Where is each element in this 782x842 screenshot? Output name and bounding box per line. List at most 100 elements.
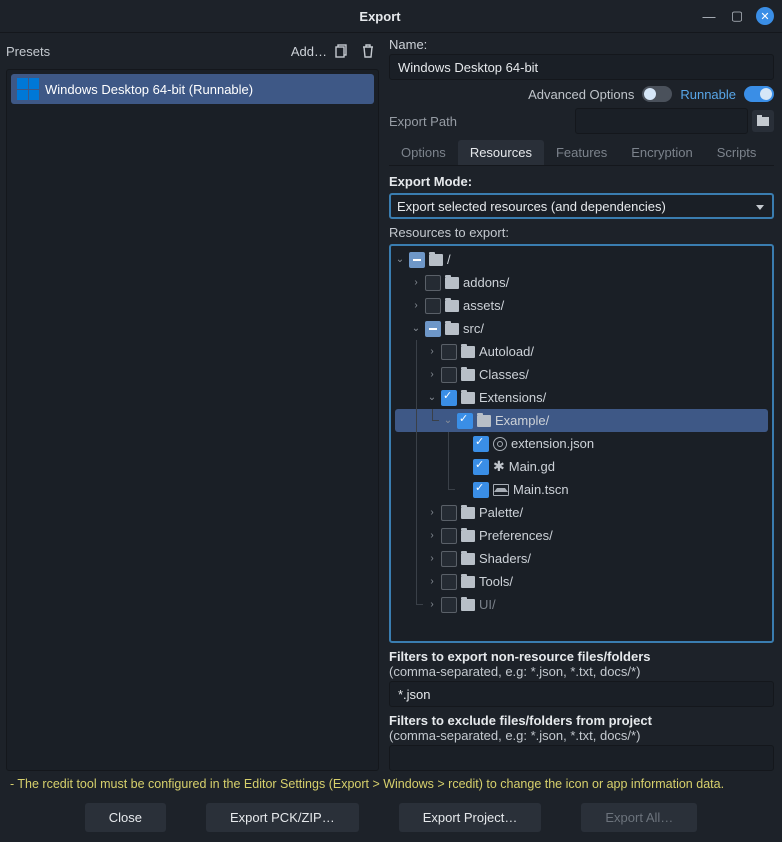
export-pck-button[interactable]: Export PCK/ZIP… <box>206 803 359 832</box>
folder-icon <box>461 392 475 404</box>
add-preset-button[interactable]: Add… <box>291 44 327 59</box>
runnable-toggle[interactable] <box>744 86 774 102</box>
tree-item[interactable]: ·Main.tscn <box>391 478 772 501</box>
checkbox[interactable] <box>441 528 457 544</box>
warning-message: - The rcedit tool must be configured in … <box>0 771 782 797</box>
advanced-options-label: Advanced Options <box>528 87 634 102</box>
folder-icon <box>477 415 491 427</box>
preset-item-windows[interactable]: Windows Desktop 64-bit (Runnable) <box>11 74 374 104</box>
folder-icon <box>461 599 475 611</box>
folder-icon <box>445 323 459 335</box>
folder-icon <box>445 277 459 289</box>
title-bar: Export — ▢ ✕ <box>0 0 782 33</box>
checkbox[interactable] <box>457 413 473 429</box>
checkbox[interactable] <box>409 252 425 268</box>
minimize-icon[interactable]: — <box>700 7 718 25</box>
delete-icon[interactable] <box>357 40 379 62</box>
folder-icon <box>461 576 475 588</box>
chevron-right-icon[interactable]: › <box>427 346 437 357</box>
folder-icon <box>461 346 475 358</box>
tab-features[interactable]: Features <box>544 140 619 165</box>
advanced-options-toggle[interactable] <box>642 86 672 102</box>
name-input[interactable]: Windows Desktop 64-bit <box>389 54 774 80</box>
tree-root[interactable]: ⌄/ <box>391 248 772 271</box>
checkbox[interactable] <box>473 436 489 452</box>
json-icon <box>493 437 507 451</box>
resource-tree: ⌄/ ›addons/ ›assets/ ⌄src/ ›Autoload/ ›C… <box>389 244 774 643</box>
checkbox[interactable] <box>441 367 457 383</box>
tabs: Options Resources Features Encryption Sc… <box>389 140 774 166</box>
presets-label: Presets <box>6 44 291 59</box>
tree-item[interactable]: ›Autoload/ <box>391 340 772 363</box>
chevron-right-icon[interactable]: › <box>427 530 437 541</box>
filter-export-input[interactable]: *.json <box>389 681 774 707</box>
tree-item[interactable]: ·✱Main.gd <box>391 455 772 478</box>
checkbox[interactable] <box>425 275 441 291</box>
filter-export-label: Filters to export non-resource files/fol… <box>389 649 774 664</box>
tab-encryption[interactable]: Encryption <box>619 140 704 165</box>
filter-export-hint: (comma-separated, e.g: *.json, *.txt, do… <box>389 664 774 679</box>
tree-item[interactable]: ›UI/ <box>391 593 772 616</box>
folder-icon <box>461 369 475 381</box>
checkbox[interactable] <box>473 482 489 498</box>
close-button[interactable]: Close <box>85 803 166 832</box>
tree-item[interactable]: ›Classes/ <box>391 363 772 386</box>
folder-icon <box>461 507 475 519</box>
tab-options[interactable]: Options <box>389 140 458 165</box>
tree-item[interactable]: ›Preferences/ <box>391 524 772 547</box>
tree-item[interactable]: ›assets/ <box>391 294 772 317</box>
filter-exclude-label: Filters to exclude files/folders from pr… <box>389 713 774 728</box>
chevron-right-icon[interactable]: › <box>427 576 437 587</box>
close-icon[interactable]: ✕ <box>756 7 774 25</box>
chevron-right-icon[interactable]: › <box>427 599 437 610</box>
chevron-right-icon[interactable]: › <box>411 277 421 288</box>
chevron-right-icon[interactable]: › <box>427 369 437 380</box>
export-project-button[interactable]: Export Project… <box>399 803 542 832</box>
maximize-icon[interactable]: ▢ <box>728 7 746 25</box>
filter-exclude-input[interactable] <box>389 745 774 771</box>
tree-item[interactable]: ⌄Extensions/ <box>391 386 772 409</box>
chevron-down-icon[interactable]: ⌄ <box>427 392 437 403</box>
checkbox[interactable] <box>441 597 457 613</box>
filter-exclude-hint: (comma-separated, e.g: *.json, *.txt, do… <box>389 728 774 743</box>
tree-item[interactable]: ›Tools/ <box>391 570 772 593</box>
chevron-down-icon[interactable]: ⌄ <box>443 415 453 426</box>
tree-item[interactable]: ›addons/ <box>391 271 772 294</box>
copy-icon[interactable] <box>331 40 353 62</box>
export-mode-select[interactable]: Export selected resources (and dependenc… <box>389 193 774 219</box>
checkbox[interactable] <box>441 505 457 521</box>
checkbox[interactable] <box>425 321 441 337</box>
window-title: Export <box>60 9 700 24</box>
folder-icon <box>445 300 459 312</box>
checkbox[interactable] <box>441 344 457 360</box>
script-icon: ✱ <box>493 458 505 475</box>
folder-icon <box>429 254 443 266</box>
checkbox[interactable] <box>425 298 441 314</box>
presets-list: Windows Desktop 64-bit (Runnable) <box>6 69 379 771</box>
folder-icon <box>461 530 475 542</box>
browse-icon[interactable] <box>752 110 774 132</box>
tree-item[interactable]: ·extension.json <box>391 432 772 455</box>
windows-icon <box>17 78 39 100</box>
checkbox[interactable] <box>473 459 489 475</box>
checkbox[interactable] <box>441 551 457 567</box>
button-bar: Close Export PCK/ZIP… Export Project… Ex… <box>0 797 782 842</box>
tab-resources[interactable]: Resources <box>458 140 544 165</box>
chevron-right-icon[interactable]: › <box>411 300 421 311</box>
checkbox[interactable] <box>441 574 457 590</box>
chevron-down-icon[interactable]: ⌄ <box>411 323 421 334</box>
tree-item[interactable]: ›Palette/ <box>391 501 772 524</box>
tree-item[interactable]: ›Shaders/ <box>391 547 772 570</box>
checkbox[interactable] <box>441 390 457 406</box>
resources-to-export-label: Resources to export: <box>389 225 774 240</box>
export-mode-label: Export Mode: <box>389 174 774 189</box>
tab-scripts[interactable]: Scripts <box>705 140 769 165</box>
export-all-button: Export All… <box>581 803 697 832</box>
tree-item-selected[interactable]: ⌄Example/ <box>395 409 768 432</box>
chevron-right-icon[interactable]: › <box>427 507 437 518</box>
folder-icon <box>461 553 475 565</box>
export-path-input[interactable] <box>575 108 748 134</box>
chevron-down-icon[interactable]: ⌄ <box>395 254 405 265</box>
tree-item[interactable]: ⌄src/ <box>391 317 772 340</box>
chevron-right-icon[interactable]: › <box>427 553 437 564</box>
